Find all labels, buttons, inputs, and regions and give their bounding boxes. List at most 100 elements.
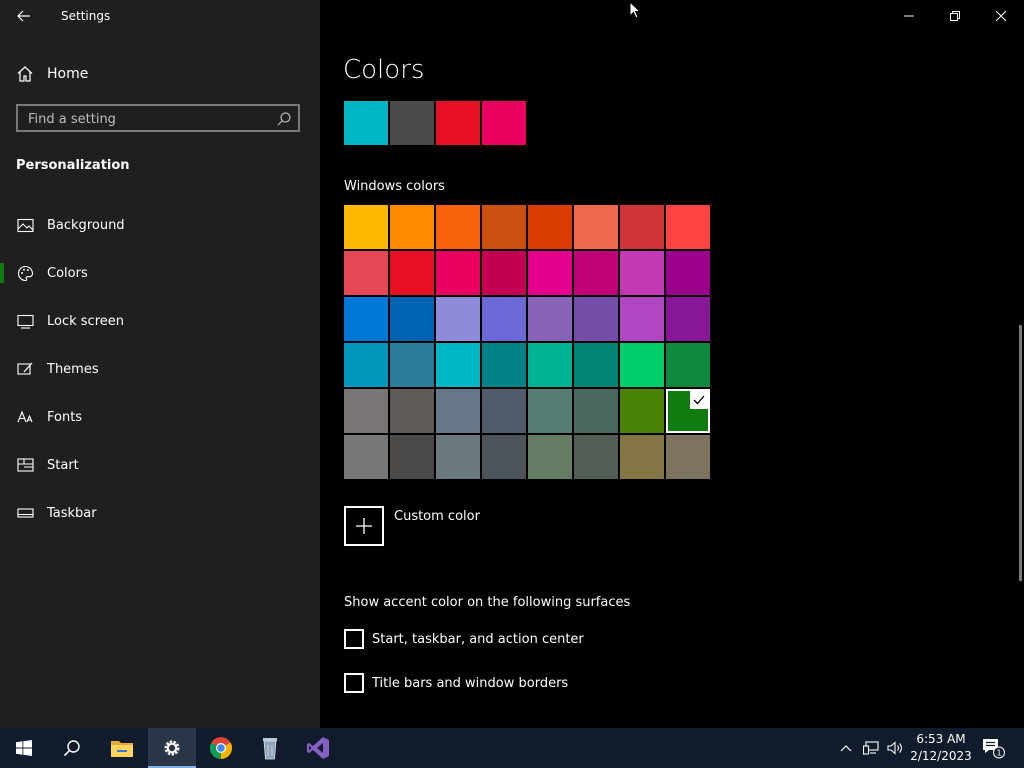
volume-icon <box>887 741 902 755</box>
clock[interactable]: 6:53 AM 2/12/2023 <box>905 731 977 765</box>
color-swatch[interactable] <box>528 343 572 387</box>
search-icon[interactable] <box>276 111 292 127</box>
color-swatch[interactable] <box>390 251 434 295</box>
color-swatch[interactable] <box>620 251 664 295</box>
restore-button[interactable] <box>932 0 978 32</box>
color-swatch[interactable] <box>344 343 388 387</box>
recycle-bin-button[interactable] <box>246 728 294 768</box>
windows-colors-heading: Windows colors <box>344 179 445 194</box>
color-swatch[interactable] <box>620 205 664 249</box>
checkbox[interactable] <box>344 629 364 649</box>
sidebar-item-start[interactable]: Start <box>0 445 320 485</box>
color-swatch[interactable] <box>574 343 618 387</box>
sidebar-item-themes[interactable]: Themes <box>0 349 320 389</box>
recent-color-swatch[interactable] <box>436 101 480 145</box>
network-button[interactable] <box>860 728 882 768</box>
color-swatch[interactable] <box>436 435 480 479</box>
restore-icon <box>950 11 960 21</box>
color-swatch[interactable] <box>390 343 434 387</box>
sidebar-item-label: Themes <box>47 361 99 377</box>
color-swatch[interactable] <box>482 389 526 433</box>
show-hidden-icons-button[interactable] <box>836 728 856 768</box>
color-swatch[interactable] <box>666 343 710 387</box>
color-swatch[interactable] <box>482 205 526 249</box>
recent-color-swatch[interactable] <box>482 101 526 145</box>
color-swatch[interactable] <box>620 343 664 387</box>
color-swatch[interactable] <box>436 389 480 433</box>
action-center-button[interactable]: 1 <box>978 728 1008 768</box>
sidebar-home[interactable]: Home <box>16 62 88 86</box>
sidebar-item-fonts[interactable]: Fonts <box>0 397 320 437</box>
sidebar-item-background[interactable]: Background <box>0 205 320 245</box>
checkbox-title-bars[interactable]: Title bars and window borders <box>344 673 568 693</box>
color-swatch[interactable] <box>436 297 480 341</box>
color-swatch[interactable] <box>344 389 388 433</box>
color-swatch[interactable] <box>482 297 526 341</box>
volume-button[interactable] <box>884 728 906 768</box>
search-input[interactable] <box>26 109 274 129</box>
file-explorer-button[interactable] <box>98 728 146 768</box>
color-swatch[interactable] <box>482 435 526 479</box>
color-swatch[interactable] <box>436 343 480 387</box>
checkbox-label: Title bars and window borders <box>372 675 569 691</box>
taskbar-search-button[interactable] <box>48 728 96 768</box>
app-title: Settings <box>61 9 111 23</box>
color-swatch[interactable] <box>482 343 526 387</box>
color-swatch[interactable] <box>528 389 572 433</box>
color-swatch[interactable] <box>574 251 618 295</box>
color-swatch[interactable] <box>574 205 618 249</box>
file-explorer-icon <box>111 741 133 757</box>
color-swatch[interactable] <box>666 389 710 433</box>
search-box[interactable] <box>16 104 300 132</box>
color-swatch[interactable] <box>620 435 664 479</box>
checkbox[interactable] <box>344 673 364 693</box>
chrome-button[interactable] <box>197 728 245 768</box>
color-swatch[interactable] <box>620 297 664 341</box>
back-button[interactable] <box>10 4 38 28</box>
color-swatch[interactable] <box>666 205 710 249</box>
color-swatch[interactable] <box>666 251 710 295</box>
color-swatch[interactable] <box>390 435 434 479</box>
start-icon <box>16 740 32 756</box>
start-layout-icon <box>16 456 34 474</box>
sidebar-item-taskbar[interactable]: Taskbar <box>0 493 320 533</box>
color-swatch[interactable] <box>666 297 710 341</box>
color-swatch[interactable] <box>528 205 572 249</box>
close-button[interactable] <box>978 0 1024 32</box>
color-swatch[interactable] <box>344 251 388 295</box>
color-swatch[interactable] <box>390 297 434 341</box>
color-swatch[interactable] <box>390 205 434 249</box>
color-swatch[interactable] <box>528 251 572 295</box>
clock-time: 6:53 AM <box>916 732 966 746</box>
minimize-button[interactable] <box>886 0 932 32</box>
recent-color-swatch[interactable] <box>344 101 388 145</box>
color-swatch[interactable] <box>482 251 526 295</box>
color-swatch[interactable] <box>528 297 572 341</box>
color-swatch[interactable] <box>666 435 710 479</box>
visual-studio-button[interactable] <box>294 728 342 768</box>
lock-screen-icon <box>16 312 34 330</box>
color-swatch[interactable] <box>344 205 388 249</box>
sidebar-item-lock-screen[interactable]: Lock screen <box>0 301 320 341</box>
custom-color-button[interactable]: Custom color <box>344 506 480 546</box>
visual-studio-icon <box>307 737 329 759</box>
color-swatch[interactable] <box>574 297 618 341</box>
recent-color-swatch[interactable] <box>390 101 434 145</box>
settings-icon <box>164 740 180 756</box>
chrome-icon <box>210 737 232 759</box>
color-swatch[interactable] <box>436 251 480 295</box>
checkbox-start-taskbar[interactable]: Start, taskbar, and action center <box>344 629 584 649</box>
chevron-up-icon <box>840 745 852 752</box>
color-swatch[interactable] <box>574 389 618 433</box>
color-swatch[interactable] <box>528 435 572 479</box>
settings-app-button[interactable] <box>148 728 196 768</box>
color-swatch[interactable] <box>620 389 664 433</box>
color-swatch[interactable] <box>436 205 480 249</box>
scrollbar[interactable] <box>1019 325 1022 581</box>
color-swatch[interactable] <box>344 435 388 479</box>
sidebar-item-colors[interactable]: Colors <box>0 253 320 293</box>
start-button[interactable] <box>0 728 48 768</box>
color-swatch[interactable] <box>574 435 618 479</box>
color-swatch[interactable] <box>390 389 434 433</box>
color-swatch[interactable] <box>344 297 388 341</box>
